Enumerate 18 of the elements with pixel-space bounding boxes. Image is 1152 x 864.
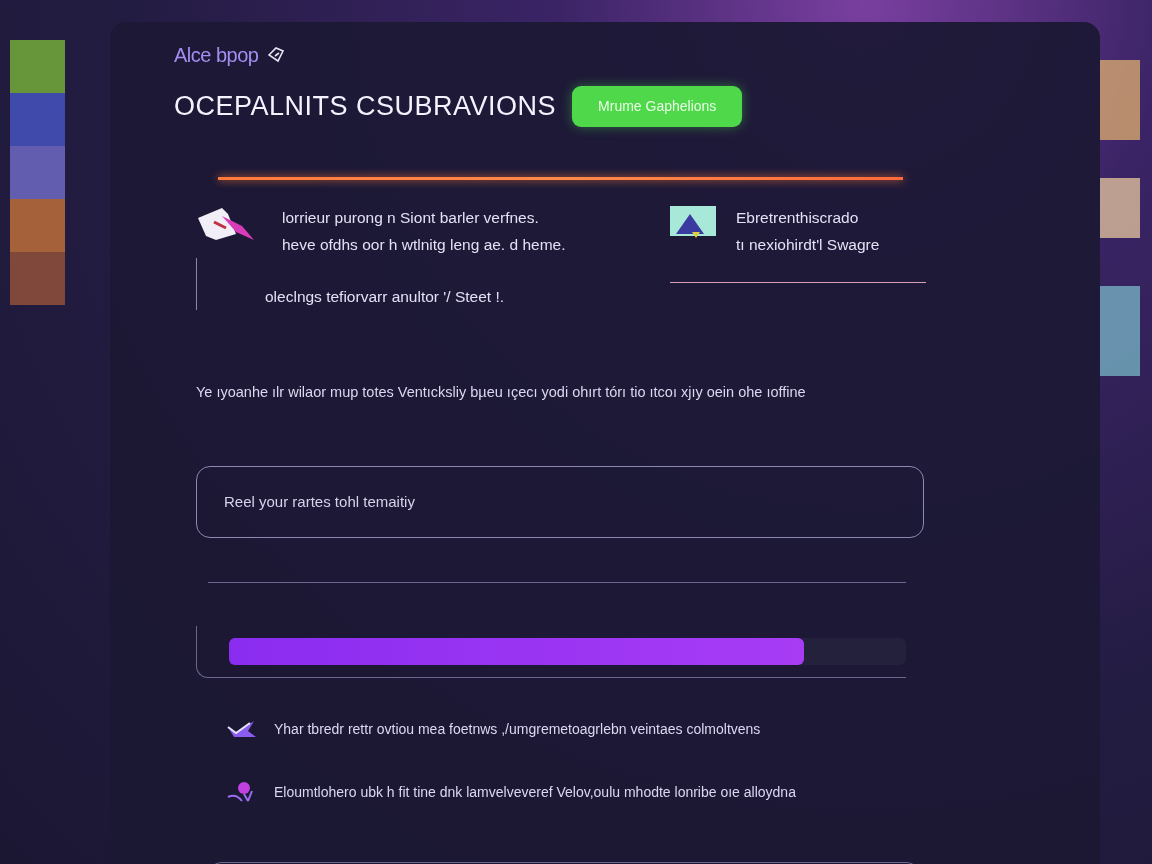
feature-text: lorrieur purong n Siont barler verfnes. heve ofdhs oor h wtlnitg leng ae. d heme. xyxy=(282,208,566,255)
tagline: Alce bpop xyxy=(174,43,259,68)
photo-placeholder xyxy=(1100,178,1140,238)
feature-text: Ebretrenthiscrado tı nexiohirdt'l Swagre xyxy=(736,208,880,255)
photo-placeholder xyxy=(10,40,65,93)
list-text: Eloumtlohero ubk h fit tine dnk lamvelveveref Velov,oulu mhodte lonribe oıe alloydna xyxy=(274,782,796,802)
input-field[interactable]: Reel your rartes tohl temaitiy xyxy=(196,465,924,538)
page-title: OCEPALNITS CSUBRAVIONS xyxy=(174,90,557,124)
intro-text: Ye ıyoanhe ılr wilaor mup totes Ventıcksliy bµeu ıçecı yodi ohırt tórı tio ıtcoı xjıy oein ohe ıoffine xyxy=(196,383,807,402)
photo-placeholder xyxy=(10,199,65,252)
tag-icon xyxy=(266,45,287,65)
photo-placeholder xyxy=(10,252,65,305)
feature-note: oleclngs tefiorvarr anultor '/ Steet !. xyxy=(265,287,505,307)
list-text: Yhar tbredr rettr ovtiou mea foetnws ,/umgremetoagrlebn veintaes colmoltvens xyxy=(274,719,761,739)
header-button[interactable]: Mrume Gaphelions xyxy=(572,86,743,127)
check-icon xyxy=(226,719,258,740)
photo-placeholder xyxy=(10,146,65,199)
photo-placeholder xyxy=(10,93,65,146)
